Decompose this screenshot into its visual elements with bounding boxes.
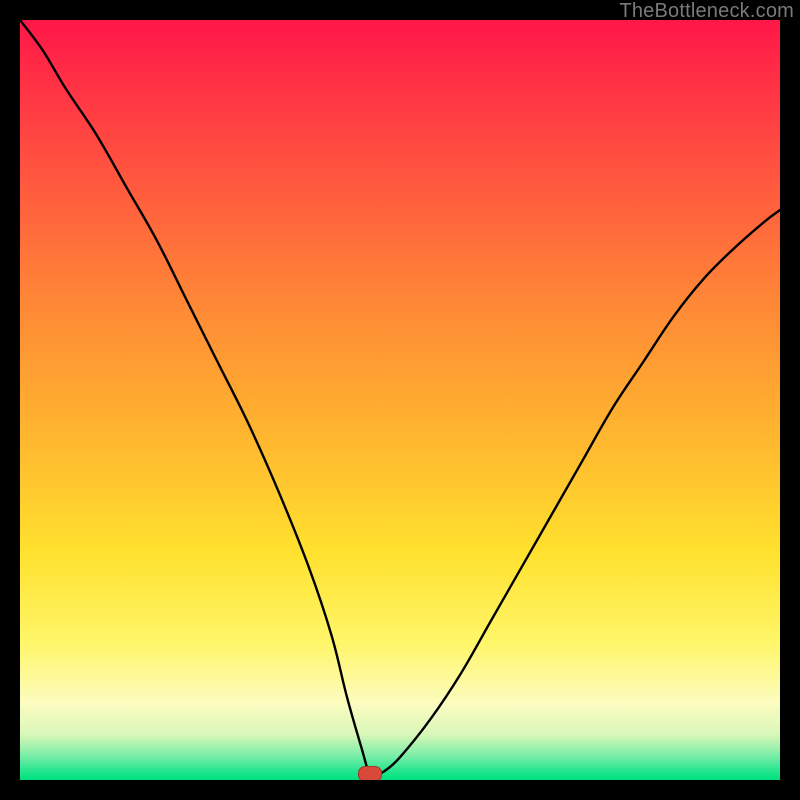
bottleneck-curve bbox=[20, 20, 780, 780]
plot-area bbox=[20, 20, 780, 780]
chart-frame: TheBottleneck.com bbox=[0, 0, 800, 800]
minimum-marker bbox=[358, 766, 382, 780]
